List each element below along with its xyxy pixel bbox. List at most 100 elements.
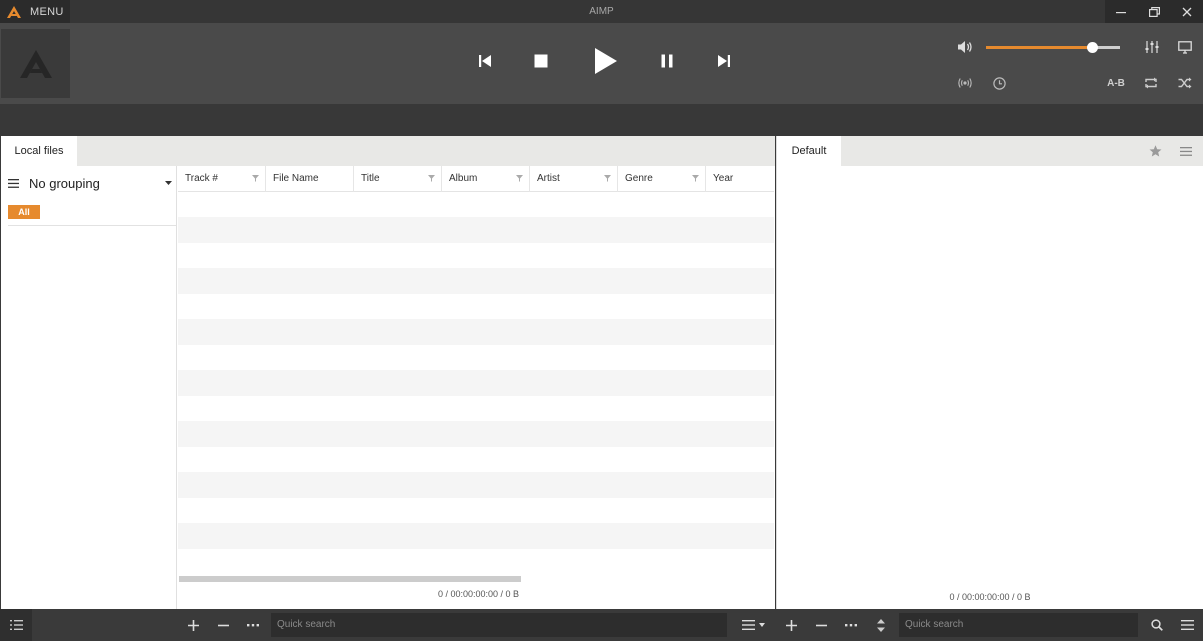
playlist-menu-button[interactable] bbox=[1177, 142, 1195, 160]
column-header-title[interactable]: Title bbox=[354, 166, 442, 192]
aimp-placeholder-icon bbox=[19, 49, 52, 78]
stop-button[interactable] bbox=[530, 50, 552, 72]
library-tab-bar bbox=[1, 136, 775, 166]
filter-icon bbox=[516, 175, 523, 182]
clock-icon bbox=[992, 76, 1006, 90]
pause-button[interactable] bbox=[656, 50, 678, 72]
playlist-status: 0 / 00:00:00:00 / 0 B bbox=[949, 592, 1031, 602]
filter-icon bbox=[604, 175, 611, 182]
star-icon bbox=[1149, 145, 1161, 157]
column-header-genre[interactable]: Genre bbox=[618, 166, 706, 192]
table-row bbox=[178, 268, 774, 294]
search-button[interactable] bbox=[1145, 613, 1169, 637]
list-icon bbox=[10, 620, 23, 630]
chevron-down-icon bbox=[758, 623, 765, 627]
playlist-remove-button[interactable] bbox=[809, 613, 833, 637]
column-header-album[interactable]: Album bbox=[442, 166, 530, 192]
library-more-button[interactable] bbox=[241, 613, 265, 637]
minimize-button[interactable] bbox=[1105, 0, 1138, 23]
filter-icon bbox=[428, 175, 435, 182]
column-header-artist[interactable]: Artist bbox=[530, 166, 618, 192]
more-icon bbox=[845, 623, 857, 626]
library-add-button[interactable] bbox=[181, 613, 205, 637]
grouping-label: No grouping bbox=[29, 175, 100, 191]
grouping-divider bbox=[8, 225, 176, 226]
library-status: 0 / 00:00:00:00 / 0 B bbox=[437, 589, 519, 599]
minimize-icon bbox=[1116, 11, 1127, 13]
playlist-search-input[interactable]: Quick search bbox=[899, 613, 1138, 637]
playlist-sort-button[interactable] bbox=[736, 613, 770, 637]
restore-icon bbox=[1148, 6, 1160, 17]
shuffle-icon bbox=[1178, 77, 1192, 89]
hamburger-icon bbox=[1180, 620, 1194, 630]
menu-label: MENU bbox=[30, 5, 64, 18]
table-row bbox=[178, 319, 774, 345]
table-row bbox=[178, 370, 774, 396]
playlist-more-button[interactable] bbox=[839, 613, 863, 637]
grouping-pane bbox=[1, 166, 177, 609]
previous-button[interactable] bbox=[474, 50, 496, 72]
column-header-row: Track # File Name Title Album Artist Gen… bbox=[178, 166, 774, 192]
playlist-add-button[interactable] bbox=[779, 613, 803, 637]
library-search-input[interactable]: Quick search bbox=[271, 613, 727, 637]
radio-button[interactable] bbox=[955, 74, 975, 92]
plus-icon bbox=[785, 619, 797, 631]
table-row bbox=[178, 217, 774, 243]
playlist-panel bbox=[776, 136, 1203, 609]
previous-icon bbox=[479, 55, 491, 67]
table-row bbox=[178, 472, 774, 498]
repeat-button[interactable] bbox=[1141, 74, 1161, 92]
main-menu-button[interactable] bbox=[1175, 613, 1199, 637]
up-down-icon bbox=[877, 618, 885, 632]
visualization-button[interactable] bbox=[1175, 38, 1195, 56]
title-bar bbox=[0, 0, 1203, 23]
close-icon bbox=[1182, 7, 1192, 16]
next-icon bbox=[718, 55, 730, 67]
filter-icon bbox=[692, 175, 699, 182]
hamburger-icon bbox=[8, 178, 19, 188]
equalizer-button[interactable] bbox=[1142, 38, 1162, 56]
plus-icon bbox=[187, 619, 199, 631]
horizontal-scrollbar[interactable] bbox=[179, 576, 521, 582]
library-toggle-button[interactable] bbox=[0, 609, 32, 641]
hamburger-icon bbox=[741, 620, 755, 630]
repeat-icon bbox=[1145, 77, 1157, 89]
grouping-selector[interactable]: No grouping bbox=[8, 172, 176, 194]
play-button[interactable] bbox=[590, 44, 622, 78]
tab-default-playlist[interactable]: Default bbox=[777, 136, 841, 166]
window-controls bbox=[1105, 0, 1203, 23]
volume-knob[interactable] bbox=[1087, 42, 1098, 53]
stop-icon bbox=[534, 54, 548, 68]
column-header-year[interactable]: Year bbox=[706, 166, 774, 192]
playlist-move-button[interactable] bbox=[869, 613, 893, 637]
chevron-down-icon bbox=[165, 181, 172, 185]
volume-fill bbox=[986, 46, 1092, 49]
search-icon bbox=[1151, 619, 1163, 631]
minus-icon bbox=[217, 624, 229, 626]
aimp-logo-icon bbox=[7, 5, 21, 18]
ab-repeat-button[interactable]: A-B bbox=[1103, 74, 1129, 92]
monitor-icon bbox=[1178, 40, 1192, 54]
tab-local-files[interactable]: Local files bbox=[1, 136, 77, 166]
volume-icon bbox=[958, 41, 972, 53]
table-row bbox=[178, 421, 774, 447]
library-remove-button[interactable] bbox=[211, 613, 235, 637]
mute-button[interactable] bbox=[955, 38, 975, 56]
broadcast-icon bbox=[958, 78, 972, 88]
favorite-button[interactable] bbox=[1146, 142, 1164, 160]
all-filter-badge[interactable]: All bbox=[8, 205, 40, 219]
next-button[interactable] bbox=[713, 50, 735, 72]
restore-button[interactable] bbox=[1138, 0, 1171, 23]
info-strip bbox=[0, 104, 1203, 136]
column-header-track[interactable]: Track # bbox=[178, 166, 266, 192]
menu-button[interactable]: MENU bbox=[0, 0, 70, 23]
shuffle-button[interactable] bbox=[1175, 74, 1195, 92]
close-button[interactable] bbox=[1170, 0, 1203, 23]
scheduler-button[interactable] bbox=[989, 74, 1009, 92]
minus-icon bbox=[815, 624, 827, 626]
pause-icon bbox=[661, 54, 673, 68]
more-icon bbox=[247, 623, 259, 626]
table-row bbox=[178, 523, 774, 549]
column-header-file-name[interactable]: File Name bbox=[266, 166, 354, 192]
play-icon bbox=[595, 48, 617, 74]
